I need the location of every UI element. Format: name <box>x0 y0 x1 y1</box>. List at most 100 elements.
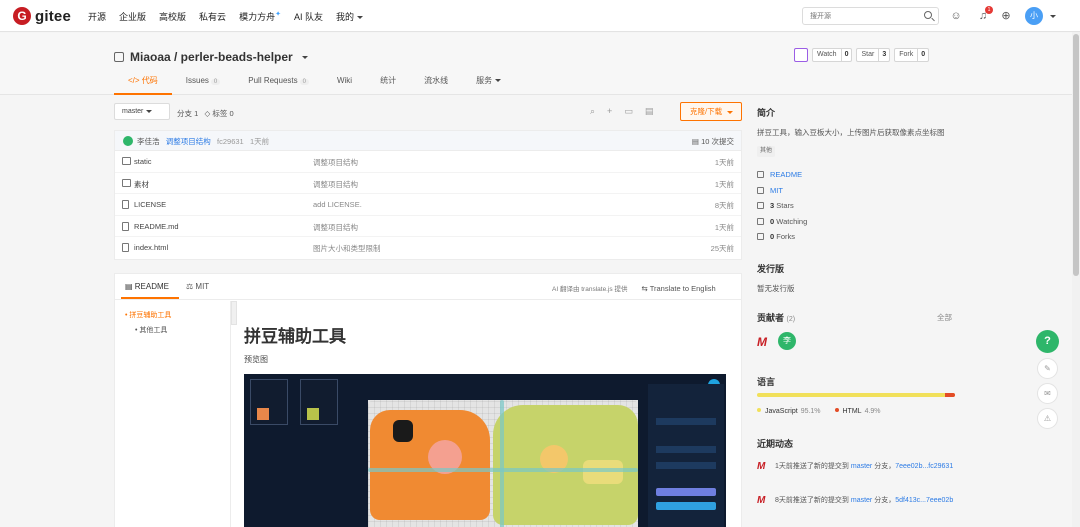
tab-license[interactable]: ⚖ MIT <box>186 282 209 291</box>
tab-services[interactable]: 服务 <box>462 75 515 95</box>
nav-item-moli[interactable]: 模力方舟✦ <box>239 10 281 23</box>
file-time: 1天前 <box>714 222 734 232</box>
stars-label: Stars <box>776 201 794 210</box>
contributor-avatar[interactable]: 李 <box>778 332 796 350</box>
file-name[interactable]: README.md <box>134 222 179 231</box>
file-row[interactable]: LICENSE add LICENSE. 8天前 <box>115 194 741 216</box>
file-icon <box>122 243 129 252</box>
help-button[interactable]: ? <box>1036 330 1059 353</box>
chat-icon[interactable]: ☺ <box>950 10 962 22</box>
forks-link[interactable]: 0 Forks <box>757 232 795 241</box>
fork-button[interactable]: Fork 0 <box>894 48 930 62</box>
add-file-icon[interactable]: + <box>607 106 612 117</box>
repo-name[interactable]: Miaoaa / perler-beads-helper <box>130 50 293 64</box>
search-icon[interactable] <box>924 11 932 19</box>
translate-bar: AI 翻译由 translate.js 提供 ⇆ Translate to En… <box>552 283 716 293</box>
file-icon <box>122 200 129 209</box>
file-row[interactable]: 素材 调整项目结构 1天前 <box>115 173 741 194</box>
nav-item-education[interactable]: 高校版 <box>159 10 186 23</box>
file-name[interactable]: LICENSE <box>134 200 166 209</box>
activity-branch[interactable]: master <box>851 463 872 470</box>
activity-suffix: 分支， <box>874 497 896 504</box>
file-row[interactable]: index.html 图片大小和类型限制 25天前 <box>115 237 741 259</box>
branch-meta: 分支 1 ◇ 标签 0 <box>177 108 234 119</box>
nav-item-private-cloud[interactable]: 私有云 <box>199 10 226 23</box>
toc-collapse-handle[interactable] <box>231 301 237 325</box>
contributors-all-link[interactable]: 全部 <box>937 312 952 323</box>
nav-item-mine[interactable]: 我的 <box>336 10 363 23</box>
commit-sha[interactable]: fc29631 <box>217 137 244 146</box>
tab-issues[interactable]: Issues 0 <box>172 75 234 95</box>
mail-icon[interactable]: ✉ <box>1037 383 1058 404</box>
nav-item-ai-teammate[interactable]: AI 队友 <box>294 10 323 23</box>
readme-link[interactable]: README <box>757 170 802 179</box>
file-commit-message[interactable]: 调整项目结构 <box>313 179 358 190</box>
commit-count[interactable]: ▤ 10 次提交 <box>692 136 734 147</box>
repo-menu-chevron-icon[interactable] <box>301 55 308 59</box>
gitee-logo[interactable]: G gitee <box>13 7 71 25</box>
forks-count: 0 <box>770 232 775 241</box>
contributor-avatar[interactable]: M <box>757 335 767 349</box>
user-avatar[interactable]: 小 <box>1025 7 1043 25</box>
activity-commit[interactable]: 7eee02b...fc29631 <box>895 463 953 470</box>
contributors-heading: 贡献者 (2) <box>757 311 795 324</box>
file-name[interactable]: index.html <box>134 243 168 252</box>
toc-item[interactable]: • 其他工具 <box>135 325 167 335</box>
tab-code[interactable]: </> 代码 <box>114 75 172 95</box>
star-button[interactable]: Star 3 <box>856 48 891 62</box>
license-link[interactable]: MIT <box>757 186 783 195</box>
stars-link[interactable]: 3 Stars <box>757 201 794 210</box>
activity-text: 1天前推送了新的提交到 master 分支，7eee02b...fc29631 <box>775 461 957 473</box>
commit-author[interactable]: 李佳浩 <box>137 137 160 146</box>
activity-commit[interactable]: 5df413c...7eee02b <box>895 497 953 504</box>
file-row[interactable]: README.md 调整项目结构 1天前 <box>115 216 741 237</box>
find-file-icon[interactable]: ⌕ <box>590 106 595 117</box>
activity-branch[interactable]: master <box>851 497 872 504</box>
file-commit-message[interactable]: 调整项目结构 <box>313 157 358 168</box>
commit-author-avatar[interactable] <box>123 136 133 146</box>
translate-english-link[interactable]: ⇆ Translate to English <box>641 284 715 293</box>
clone-download-button[interactable]: 克隆/下载 <box>680 102 742 121</box>
nav-item-open-source[interactable]: 开源 <box>88 10 106 23</box>
file-commit-message[interactable]: 图片大小和类型限制 <box>313 243 381 254</box>
branch-select[interactable]: master <box>114 103 170 120</box>
preview-side-panel <box>648 384 724 527</box>
file-commit-message[interactable]: add LICENSE. <box>313 200 362 209</box>
file-commit-message[interactable]: 调整项目结构 <box>313 222 358 233</box>
avatar-chevron-icon[interactable] <box>1050 15 1056 18</box>
topic-tag[interactable]: 其他 <box>757 146 776 157</box>
branches-link[interactable]: 分支 1 <box>177 109 198 118</box>
nav-item-enterprise[interactable]: 企业版 <box>119 10 146 23</box>
watch-button[interactable]: Watch 0 <box>812 48 853 62</box>
tab-wiki[interactable]: Wiki <box>323 75 366 95</box>
warning-icon[interactable]: ⚠ <box>1037 408 1058 429</box>
file-row[interactable]: static 调整项目结构 1天前 <box>115 151 741 173</box>
repo-service-button[interactable] <box>794 48 808 62</box>
commit-time: 1天前 <box>250 137 270 146</box>
tab-issues-count: 0 <box>210 79 221 85</box>
watching-label: Watching <box>776 217 808 226</box>
file-name[interactable]: static <box>134 157 152 166</box>
tab-stats[interactable]: 统计 <box>366 75 410 95</box>
plus-icon[interactable]: ⊕ <box>1000 10 1012 22</box>
search-input[interactable] <box>803 8 913 24</box>
watching-link[interactable]: 0 Watching <box>757 217 807 226</box>
feedback-icon[interactable]: ✎ <box>1037 358 1058 379</box>
tags-link[interactable]: 标签 0 <box>212 109 233 118</box>
preview-card <box>300 379 338 425</box>
language-heading: 语言 <box>757 377 776 387</box>
tab-pipeline[interactable]: 流水线 <box>410 75 462 95</box>
web-ide-icon[interactable]: ▭ <box>624 106 633 117</box>
toc-item[interactable]: • 拼豆辅助工具 <box>125 310 171 320</box>
intro-text: 拼豆工具，输入豆板大小，上传图片后获取像素点坐标图 <box>757 128 945 137</box>
scrollbar-thumb[interactable] <box>1073 34 1079 276</box>
watching-count: 0 <box>770 217 775 226</box>
translate-note: AI 翻译由 translate.js 提供 <box>552 286 628 293</box>
tab-license-label: MIT <box>195 282 210 291</box>
commit-message[interactable]: 调整项目结构 <box>166 137 211 146</box>
tab-pull-requests[interactable]: Pull Requests 0 <box>234 75 323 95</box>
readme-tab-icon: ▤ <box>125 282 135 291</box>
file-name[interactable]: 素材 <box>134 179 149 190</box>
history-icon[interactable]: ▤ <box>645 106 654 117</box>
tab-readme[interactable]: ▤ README <box>125 282 169 291</box>
